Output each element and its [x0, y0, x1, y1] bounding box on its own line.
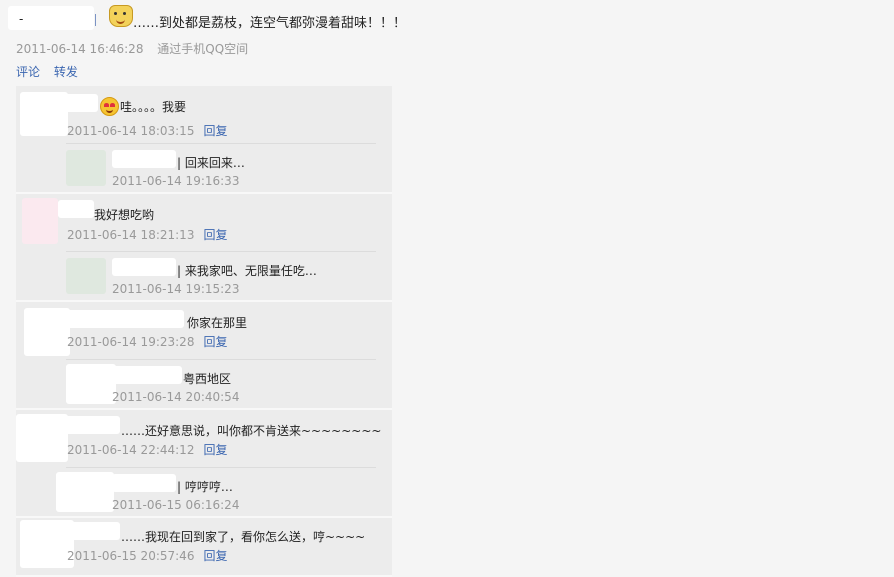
comment-text: ……还好意思说，叫你都不肯送来~~~~~~~~ [121, 424, 382, 438]
comment-meta: 2011-06-14 22:44:12 回复 [67, 441, 227, 458]
username-redacted [112, 474, 176, 492]
comment-text: 你家在那里 [187, 316, 248, 330]
comment-item: 我好想吃哟 2011-06-14 18:21:13 回复 | 来我家吧、无限量任吃… [16, 194, 392, 302]
avatar [24, 308, 70, 356]
avatar [22, 198, 58, 244]
username-redacted [56, 94, 98, 112]
avatar [66, 364, 116, 404]
username-redacted [66, 310, 184, 328]
comment-time: 2011-06-15 20:57:46 [67, 549, 195, 563]
reply-time: 2011-06-14 19:16:33 [112, 174, 240, 188]
username-redacted [112, 150, 176, 168]
crying-emoji-icon [109, 5, 133, 27]
comment-time: 2011-06-14 22:44:12 [67, 443, 195, 457]
comment-time: 2011-06-14 19:23:28 [67, 335, 195, 349]
comment-time: 2011-06-14 18:21:13 [67, 228, 195, 242]
avatar [56, 472, 114, 512]
reply-item: | 来我家吧、无限量任吃… 2011-06-14 19:15:23 [66, 251, 376, 300]
heart-eyes-emoji-icon [100, 97, 119, 116]
reply-text: 粤西地区 [183, 372, 232, 386]
comment-item: 你家在那里 2011-06-14 19:23:28 回复 粤西地区 2011-06… [16, 302, 392, 410]
reply-item: | 哼哼哼… 2011-06-15 06:16:24 [56, 467, 376, 516]
comment-meta: 2011-06-14 18:21:13 回复 [67, 226, 227, 243]
post-actions: 评论 转发 [16, 63, 88, 80]
comment-item: ……我现在回到家了，看你怎么送，哼~~~~ 2011-06-15 20:57:4… [16, 518, 392, 577]
comment-text: 我好想吃哟 [94, 208, 155, 222]
comment-text: ……我现在回到家了，看你怎么送，哼~~~~ [121, 530, 366, 544]
post-meta: 2011-06-14 16:46:28 通过手机QQ空间 [16, 40, 248, 57]
reply-text: | 来我家吧、无限量任吃… [177, 264, 317, 278]
comment-meta: 2011-06-15 20:57:46 回复 [67, 547, 227, 564]
reply-time: 2011-06-14 20:40:54 [112, 390, 240, 404]
reply-link[interactable]: 回复 [203, 443, 227, 457]
reply-item: 粤西地区 2011-06-14 20:40:54 [66, 359, 376, 408]
username-fragment: - [19, 12, 24, 26]
avatar [66, 150, 106, 186]
post-text: ……到处都是荔枝，连空气都弥漫着甜味！！！ [133, 16, 407, 31]
reply-link[interactable]: 回复 [203, 335, 227, 349]
reply-link[interactable]: 回复 [203, 228, 227, 242]
post-source: 通过手机QQ空间 [157, 42, 249, 56]
reply-link[interactable]: 回复 [203, 124, 227, 138]
reply-link[interactable]: 回复 [203, 549, 227, 563]
reply-item: | 回来回来… 2011-06-14 19:16:33 [66, 143, 376, 192]
reply-text: | 回来回来… [177, 156, 245, 170]
comment-link[interactable]: 评论 [16, 65, 40, 79]
username-redacted [58, 200, 94, 218]
reply-time: 2011-06-14 19:15:23 [112, 282, 240, 296]
username-redacted [60, 416, 120, 434]
comment-list: 哇。。。。我要 2011-06-14 18:03:15 回复 | 回来回来… 20… [16, 86, 392, 577]
username-redacted [112, 366, 182, 384]
reply-time: 2011-06-15 06:16:24 [112, 498, 240, 512]
comment-item: ……还好意思说，叫你都不肯送来~~~~~~~~ 2011-06-14 22:44… [16, 410, 392, 518]
comment-item: 哇。。。。我要 2011-06-14 18:03:15 回复 | 回来回来… 20… [16, 86, 392, 194]
reply-text: | 哼哼哼… [177, 480, 233, 494]
forward-link[interactable]: 转发 [54, 65, 78, 79]
comment-time: 2011-06-14 18:03:15 [67, 124, 195, 138]
comment-meta: 2011-06-14 19:23:28 回复 [67, 333, 227, 350]
username-separator [95, 14, 96, 26]
username-redacted [64, 522, 120, 540]
post-header: - ……到处都是荔枝，连空气都弥漫着甜味！！！ 2011-06-14 16:46… [0, 0, 894, 90]
post-time: 2011-06-14 16:46:28 [16, 42, 144, 56]
comment-text: 哇。。。。我要 [120, 100, 187, 114]
comment-meta: 2011-06-14 18:03:15 回复 [67, 122, 227, 139]
avatar [66, 258, 106, 294]
username-redacted [112, 258, 176, 276]
